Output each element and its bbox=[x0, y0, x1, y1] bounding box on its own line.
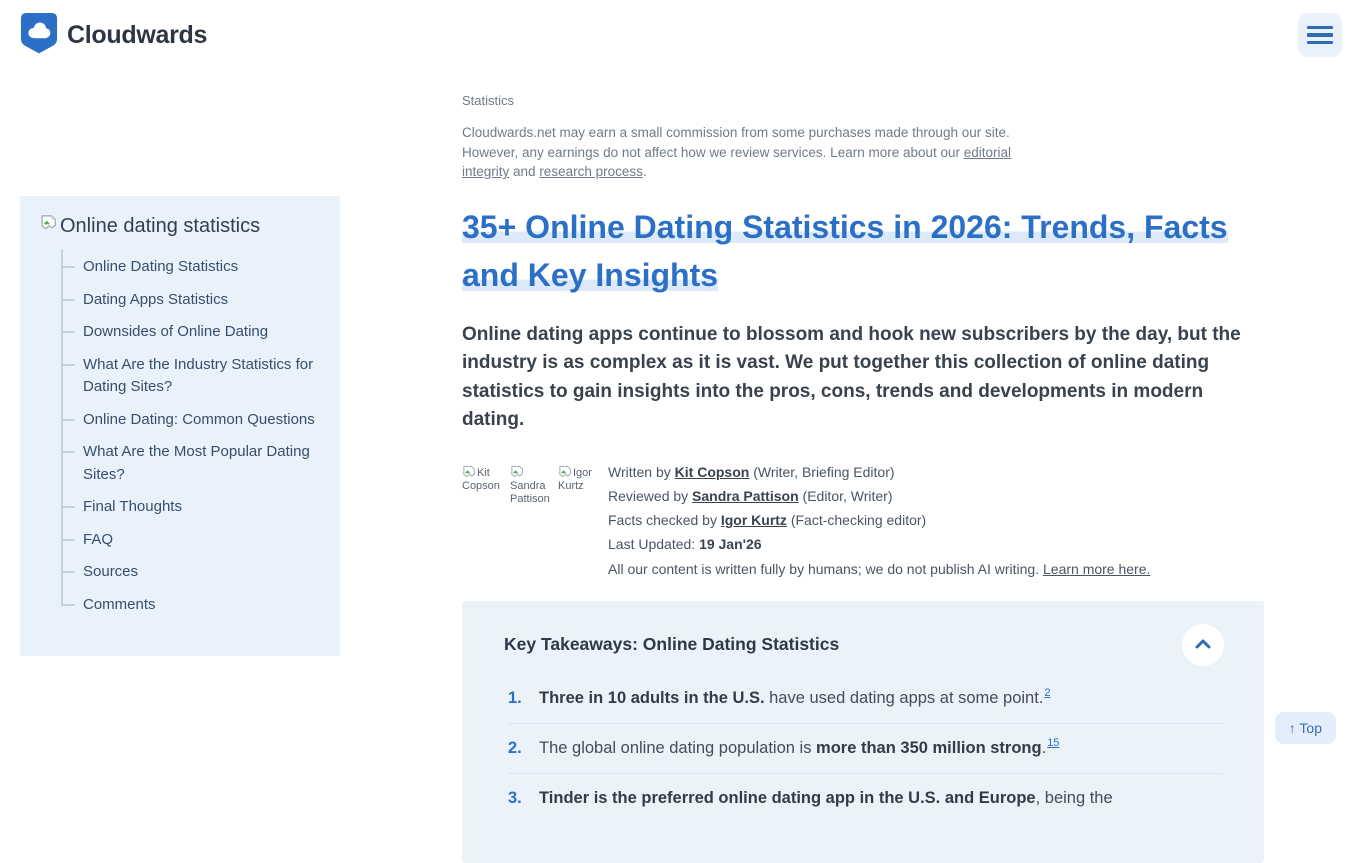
fact-checker-link[interactable]: Igor Kurtz bbox=[721, 512, 787, 528]
learn-more-link[interactable]: Learn more here. bbox=[1043, 561, 1150, 577]
reviewed-by-line: Reviewed by Sandra Pattison (Editor, Wri… bbox=[608, 484, 1150, 508]
author-avatars: Kit Copson Sandra Pattison Igor Kurtz bbox=[462, 460, 608, 581]
toc-item[interactable]: What Are the Most Popular Dating Sites? bbox=[83, 436, 322, 491]
takeaway-item: 3. Tinder is the preferred online dating… bbox=[508, 773, 1222, 823]
article-main: Statistics Cloudwards.net may earn a sma… bbox=[462, 85, 1264, 863]
toc-item[interactable]: Downsides of Online Dating bbox=[83, 316, 322, 349]
key-takeaways-header: Key Takeaways: Online Dating Statistics bbox=[504, 624, 1222, 666]
toc-item[interactable]: Online Dating Statistics bbox=[83, 251, 322, 284]
last-updated-line: Last Updated: 19 Jan'26 bbox=[608, 532, 1150, 556]
takeaway-item: 2. The global online dating population i… bbox=[508, 723, 1222, 773]
toc-sidebar: Online dating statistics Online Dating S… bbox=[20, 196, 340, 656]
disclaimer-text: Cloudwards.net may earn a small commissi… bbox=[462, 125, 1010, 160]
last-updated-value: 19 Jan'26 bbox=[699, 536, 762, 552]
chevron-up-icon bbox=[1195, 637, 1211, 652]
breadcrumb[interactable]: Statistics bbox=[462, 93, 1264, 108]
takeaway-item: 1. Three in 10 adults in the U.S. have u… bbox=[508, 674, 1222, 723]
facts-checked-line: Facts checked by Igor Kurtz (Fact-checki… bbox=[608, 508, 1150, 532]
editor-link[interactable]: Sandra Pattison bbox=[692, 488, 799, 504]
page-title: 35+ Online Dating Statistics in 2026: Tr… bbox=[462, 203, 1264, 299]
takeaway-number: 2. bbox=[508, 737, 539, 759]
author-byline: Kit Copson Sandra Pattison Igor Kurtz Wr… bbox=[462, 460, 1264, 581]
toc-item[interactable]: What Are the Industry Statistics for Dat… bbox=[83, 349, 322, 404]
reference-link[interactable]: 2 bbox=[1044, 687, 1050, 699]
takeaway-number: 3. bbox=[508, 787, 539, 809]
disclaimer-joiner: and bbox=[509, 164, 539, 179]
reference-link[interactable]: 15 bbox=[1047, 737, 1059, 749]
written-by-line: Written by Kit Copson (Writer, Briefing … bbox=[608, 460, 1150, 484]
toc-image-placeholder: Online dating statistics bbox=[40, 214, 322, 239]
toc-item[interactable]: Final Thoughts bbox=[83, 491, 322, 524]
toc-item[interactable]: Sources bbox=[83, 556, 322, 589]
logo-text: Cloudwards bbox=[67, 21, 207, 50]
author-link[interactable]: Kit Copson bbox=[675, 464, 750, 480]
toc-list: Online Dating Statistics Dating Apps Sta… bbox=[61, 247, 322, 621]
back-to-top-button[interactable]: ↑ Top bbox=[1275, 712, 1336, 744]
author-avatar[interactable]: Sandra Pattison bbox=[510, 465, 553, 513]
logo-shield-icon bbox=[20, 12, 58, 59]
affiliate-disclaimer: Cloudwards.net may earn a small commissi… bbox=[462, 123, 1038, 182]
author-avatar[interactable]: Igor Kurtz bbox=[558, 465, 601, 513]
toc-item[interactable]: FAQ bbox=[83, 524, 322, 557]
key-takeaways-box: Key Takeaways: Online Dating Statistics … bbox=[462, 601, 1264, 863]
cloudwards-logo[interactable]: Cloudwards bbox=[20, 12, 207, 59]
collapse-button[interactable] bbox=[1182, 624, 1224, 666]
toc-item[interactable]: Online Dating: Common Questions bbox=[83, 404, 322, 437]
takeaway-text: The global online dating population is m… bbox=[539, 737, 1059, 759]
toc-image-alt: Online dating statistics bbox=[60, 214, 260, 238]
disclaimer-period: . bbox=[643, 164, 647, 179]
toc-item[interactable]: Dating Apps Statistics bbox=[83, 284, 322, 317]
key-takeaways-title: Key Takeaways: Online Dating Statistics bbox=[504, 634, 839, 655]
human-content-line: All our content is written fully by huma… bbox=[608, 557, 1150, 581]
research-process-link[interactable]: research process bbox=[539, 164, 643, 179]
broken-image-icon bbox=[40, 214, 57, 239]
takeaway-text: Tinder is the preferred online dating ap… bbox=[539, 787, 1114, 809]
byline-lines: Written by Kit Copson (Writer, Briefing … bbox=[608, 460, 1150, 581]
takeaway-number: 1. bbox=[508, 687, 539, 709]
site-header: Cloudwards bbox=[0, 0, 1366, 70]
takeaways-list: 1. Three in 10 adults in the U.S. have u… bbox=[504, 674, 1222, 823]
toc-item[interactable]: Comments bbox=[83, 589, 322, 622]
takeaway-text: Three in 10 adults in the U.S. have used… bbox=[539, 687, 1051, 709]
menu-button[interactable] bbox=[1298, 13, 1342, 57]
intro-paragraph: Online dating apps continue to blossom a… bbox=[462, 321, 1254, 435]
author-avatar[interactable]: Kit Copson bbox=[462, 465, 505, 513]
